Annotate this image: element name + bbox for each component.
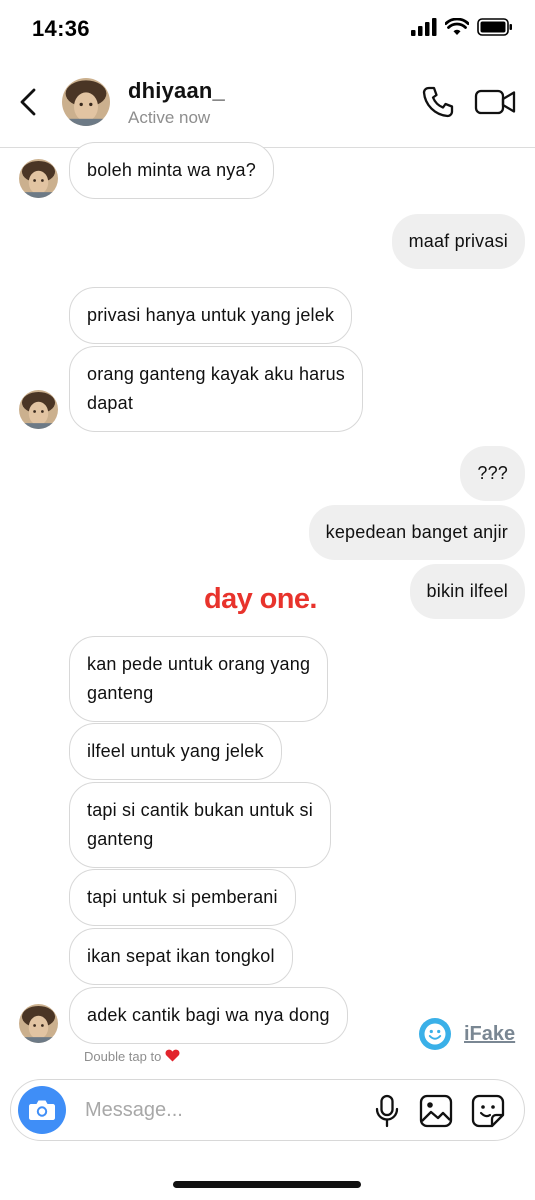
message-text: ??? bbox=[477, 463, 508, 483]
voice-call-button[interactable] bbox=[420, 84, 456, 120]
signal-icon bbox=[411, 18, 437, 36]
message-text: kepedean banget anjir bbox=[325, 522, 508, 542]
message-bubble-received[interactable]: tapi untuk si pemberani bbox=[69, 869, 296, 926]
message-text-line: ganteng bbox=[87, 829, 154, 849]
battery-icon bbox=[477, 18, 512, 36]
message-bubble-received[interactable]: tapi si cantik bukan untuk si ganteng bbox=[69, 782, 331, 868]
sticker-icon bbox=[471, 1094, 505, 1128]
message-text: maaf privasi bbox=[408, 231, 508, 251]
message-bubble-received[interactable]: ikan sepat ikan tongkol bbox=[69, 928, 293, 985]
chat-header: dhiyaan_ Active now bbox=[0, 62, 535, 148]
microphone-button[interactable] bbox=[373, 1094, 401, 1128]
gallery-icon bbox=[419, 1094, 453, 1128]
message-bubble-sent[interactable]: bikin ilfeel bbox=[409, 564, 525, 619]
status-bar: 14:36 bbox=[0, 0, 535, 58]
overlay-caption: day one. bbox=[204, 583, 317, 615]
username[interactable]: dhiyaan_ bbox=[128, 78, 225, 104]
video-camera-icon bbox=[474, 89, 516, 115]
message-bubble-received[interactable]: privasi hanya untuk yang jelek bbox=[69, 287, 353, 344]
message-bubble-received[interactable]: orang ganteng kayak aku harus dapat bbox=[69, 346, 363, 432]
back-arrow-icon bbox=[20, 88, 36, 116]
home-indicator[interactable] bbox=[173, 1181, 361, 1188]
message-text: ilfeel untuk yang jelek bbox=[87, 741, 264, 761]
message-bubble-sent[interactable]: ??? bbox=[460, 446, 525, 501]
camera-button[interactable] bbox=[18, 1086, 66, 1134]
sticker-button[interactable] bbox=[471, 1094, 505, 1128]
message-bubble-sent[interactable]: kepedean banget anjir bbox=[308, 505, 525, 560]
message-bubble-sent[interactable]: maaf privasi bbox=[391, 214, 525, 269]
ifake-watermark: iFake bbox=[418, 1017, 515, 1051]
message-bubble-received[interactable]: boleh minta wa nya? bbox=[69, 142, 274, 199]
wifi-icon bbox=[445, 18, 469, 35]
message-text: tapi untuk si pemberani bbox=[87, 887, 278, 907]
status-icons bbox=[411, 18, 513, 36]
message-text: boleh minta wa nya? bbox=[87, 160, 256, 180]
sender-avatar[interactable] bbox=[19, 390, 58, 429]
sender-avatar[interactable] bbox=[19, 1004, 58, 1043]
message-text-line: orang ganteng kayak aku harus bbox=[87, 364, 345, 384]
smiley-logo-icon bbox=[419, 1018, 451, 1050]
gallery-button[interactable] bbox=[419, 1094, 453, 1128]
message-bubble-received[interactable]: adek cantik bagi wa nya dong bbox=[69, 987, 348, 1044]
message-bubble-received[interactable]: ilfeel untuk yang jelek bbox=[69, 723, 282, 780]
message-text: privasi hanya untuk yang jelek bbox=[87, 305, 335, 325]
message-bubble-received[interactable]: kan pede untuk orang yang ganteng bbox=[69, 636, 329, 722]
status-time: 14:36 bbox=[32, 16, 90, 41]
microphone-icon bbox=[375, 1094, 399, 1128]
back-button[interactable] bbox=[14, 84, 42, 120]
message-text: ikan sepat ikan tongkol bbox=[87, 946, 275, 966]
double-tap-hint: Double tap to bbox=[84, 1048, 180, 1064]
message-text: adek cantik bagi wa nya dong bbox=[87, 1005, 330, 1025]
message-text-line: kan pede untuk orang yang bbox=[87, 654, 311, 674]
phone-icon bbox=[422, 86, 454, 118]
message-text-line: ganteng bbox=[87, 683, 154, 703]
video-call-button[interactable] bbox=[474, 84, 518, 120]
double-tap-text: Double tap to bbox=[84, 1049, 162, 1064]
sender-avatar[interactable] bbox=[19, 159, 58, 198]
message-text-line: dapat bbox=[87, 393, 134, 413]
ifake-label: iFake bbox=[464, 1022, 516, 1045]
heart-icon bbox=[165, 1049, 180, 1062]
message-input[interactable] bbox=[85, 1094, 355, 1126]
message-text-line: tapi si cantik bukan untuk si bbox=[87, 800, 313, 820]
active-status: Active now bbox=[128, 108, 211, 127]
message-text: bikin ilfeel bbox=[426, 581, 508, 601]
profile-avatar[interactable] bbox=[62, 78, 110, 126]
message-composer bbox=[10, 1079, 525, 1141]
camera-icon bbox=[29, 1100, 55, 1120]
